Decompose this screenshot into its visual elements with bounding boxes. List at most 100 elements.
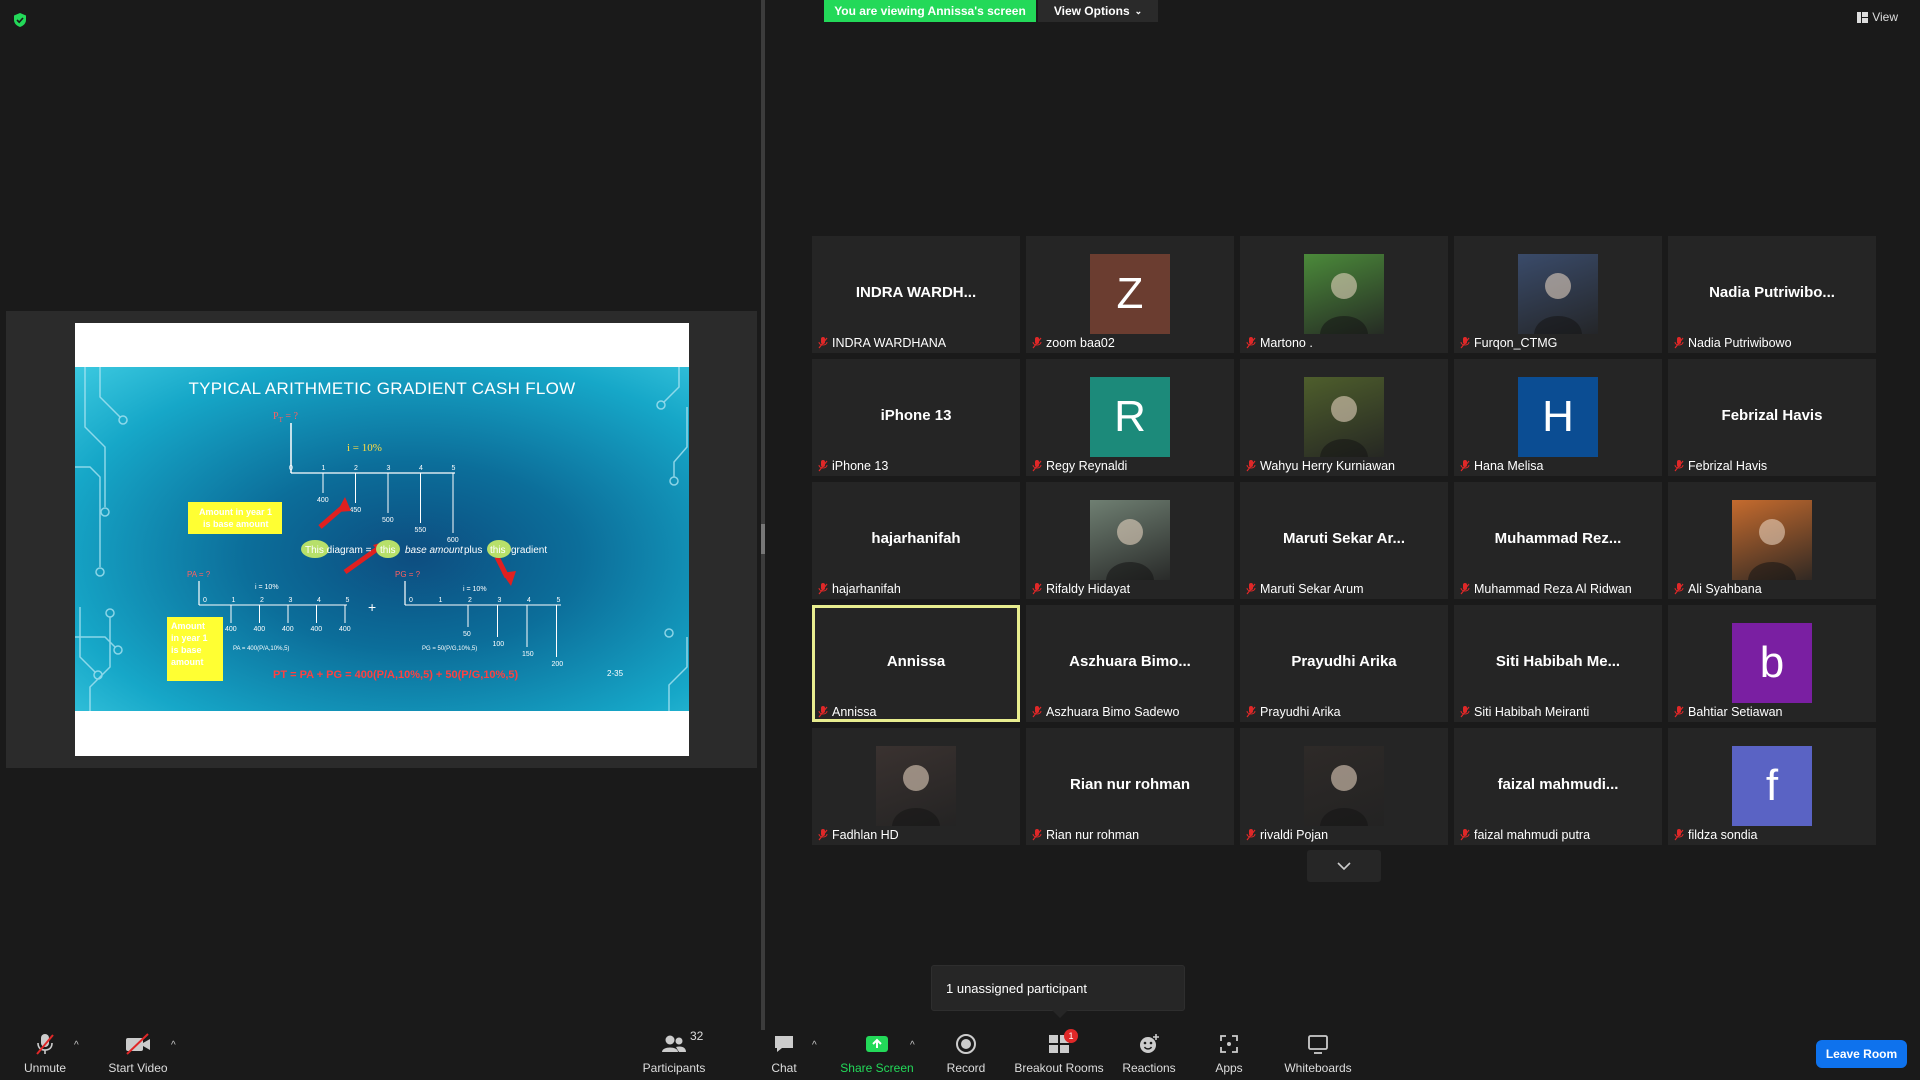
viewing-screen-banner: You are viewing Annissa's screen (824, 0, 1036, 22)
person-silhouette-icon (1320, 396, 1368, 457)
participant-tile[interactable]: rivaldi Pojan (1240, 728, 1448, 845)
view-options-button[interactable]: View Options ⌄ (1038, 0, 1158, 22)
diagram-text-4: plus (464, 545, 482, 556)
left-year-label: 2 (260, 597, 264, 604)
participant-tile[interactable]: Wahyu Herry Kurniawan (1240, 359, 1448, 476)
participants-count: 32 (690, 1029, 704, 1043)
participant-name: Nadia Putriwibowo (1688, 336, 1792, 350)
view-label: View (1872, 10, 1898, 24)
profile-photo (1518, 254, 1598, 334)
profile-photo (876, 746, 956, 826)
start-video-button[interactable]: Start Video (104, 1031, 172, 1079)
participants-button[interactable]: 32 Participants (640, 1029, 708, 1079)
participant-tile[interactable]: INDRA WARDH... INDRA WARDHANA (812, 236, 1020, 353)
participant-name: Febrizal Havis (1688, 459, 1768, 473)
microphone-muted-icon (818, 706, 828, 718)
chat-bubble-icon (775, 1036, 793, 1052)
pa-formula: PA = 400(P/A,10%,5) (233, 646, 289, 652)
profile-photo (1304, 254, 1384, 334)
participant-tile[interactable]: Zzoom baa02 (1026, 236, 1234, 353)
split-divider[interactable] (761, 0, 765, 1030)
profile-photo (1304, 746, 1384, 826)
breakout-rooms-button[interactable]: 1 Breakout Rooms (1012, 1029, 1106, 1079)
audio-options-caret-icon[interactable]: ^ (74, 1040, 79, 1051)
participant-display-name: Muhammad Rez... (1494, 530, 1622, 547)
participant-tile[interactable]: Ali Syahbana (1668, 482, 1876, 599)
share-screen-button[interactable]: Share Screen (840, 1031, 914, 1079)
participant-tile[interactable]: Rian nur rohman Rian nur rohman (1026, 728, 1234, 845)
top-year-label: 3 (387, 465, 391, 472)
participant-tile[interactable]: Nadia Putriwibo... Nadia Putriwibowo (1668, 236, 1876, 353)
participant-tile[interactable]: Muhammad Rez... Muhammad Reza Al Ridwan (1454, 482, 1662, 599)
share-options-caret-icon[interactable]: ^ (910, 1040, 915, 1051)
right-year-label: 0 (409, 597, 413, 604)
participant-tile[interactable]: b Bahtiar Setiawan (1668, 605, 1876, 722)
participant-tile[interactable]: Siti Habibah Me... Siti Habibah Meiranti (1454, 605, 1662, 722)
view-button[interactable]: View (1857, 10, 1898, 24)
apps-button[interactable]: Apps (1212, 1031, 1246, 1079)
reactions-button[interactable]: Reactions (1122, 1031, 1176, 1079)
participant-tile[interactable]: Prayudhi Arika Prayudhi Arika (1240, 605, 1448, 722)
whiteboards-button[interactable]: Whiteboards (1282, 1031, 1354, 1079)
record-button[interactable]: Record (944, 1031, 988, 1079)
participant-tile[interactable]: R Regy Reynaldi (1026, 359, 1234, 476)
participant-name-label: faizal mahmudi putra (1460, 827, 1590, 843)
participant-name: faizal mahmudi putra (1474, 828, 1591, 842)
participant-name-label: Ali Syahbana (1674, 581, 1762, 597)
security-shield-icon[interactable] (12, 12, 28, 28)
participant-name-label: Febrizal Havis (1674, 458, 1767, 474)
microphone-muted-icon (36, 1034, 54, 1055)
divider-handle[interactable] (761, 524, 765, 554)
unassigned-participant-toast[interactable]: 1 unassigned participant (931, 965, 1185, 1011)
whiteboards-label: Whiteboards (1284, 1061, 1352, 1075)
participant-tile[interactable]: faizal mahmudi... faizal mahmudi putra (1454, 728, 1662, 845)
participant-tile[interactable]: f fildza sondia (1668, 728, 1876, 845)
participant-name-label: Regy Reynaldi (1032, 458, 1127, 474)
participant-name: hajarhanifah (832, 582, 901, 596)
record-label: Record (946, 1061, 986, 1075)
participant-tile[interactable]: Annissa Annissa (812, 605, 1020, 722)
top-year-label: 5 (452, 465, 456, 472)
microphone-muted-icon (1032, 460, 1042, 472)
slide-content: TYPICAL ARITHMETIC GRADIENT CASH FLOW PT… (75, 367, 689, 711)
breakout-rooms-badge: 1 (1064, 1029, 1078, 1043)
participant-tile[interactable]: Maruti Sekar Ar... Maruti Sekar Arum (1240, 482, 1448, 599)
participant-tile[interactable]: Furqon_CTMG (1454, 236, 1662, 353)
microphone-muted-icon (818, 460, 828, 472)
microphone-muted-icon (1032, 583, 1042, 595)
apps-label: Apps (1215, 1061, 1243, 1075)
microphone-muted-icon (1246, 706, 1256, 718)
chat-button[interactable]: Chat (766, 1031, 802, 1079)
left-year-label: 0 (203, 597, 207, 604)
participant-tile[interactable]: H Hana Melisa (1454, 359, 1662, 476)
participant-name: Maruti Sekar Arum (1260, 582, 1364, 596)
profile-photo (1090, 500, 1170, 580)
participant-name-label: Rian nur rohman (1032, 827, 1139, 843)
participant-tile[interactable]: Fadhlan HD (812, 728, 1020, 845)
chat-options-caret-icon[interactable]: ^ (812, 1040, 817, 1051)
participant-tile[interactable]: Rifaldy Hidayat (1026, 482, 1234, 599)
microphone-muted-icon (1460, 829, 1470, 841)
participant-name-label: Muhammad Reza Al Ridwan (1460, 581, 1632, 597)
gallery-scroll-down-button[interactable] (1307, 850, 1381, 882)
participant-name: Bahtiar Setiawan (1688, 705, 1783, 719)
participant-tile[interactable]: hajarhanifah hajarhanifah (812, 482, 1020, 599)
right-amount-label: 50 (463, 631, 471, 638)
participant-tile[interactable]: Febrizal Havis Febrizal Havis (1668, 359, 1876, 476)
microphone-muted-icon (1246, 460, 1256, 472)
avatar: H (1518, 377, 1598, 457)
avatar: f (1732, 746, 1812, 826)
leave-room-button[interactable]: Leave Room (1816, 1040, 1907, 1068)
video-options-caret-icon[interactable]: ^ (171, 1040, 176, 1051)
participant-display-name: iPhone 13 (880, 407, 952, 424)
participant-name-label: fildza sondia (1674, 827, 1758, 843)
top-amount-label: 500 (382, 517, 394, 524)
participant-name-label: Wahyu Herry Kurniawan (1246, 458, 1395, 474)
participant-tile[interactable]: iPhone 13 iPhone 13 (812, 359, 1020, 476)
toast-pointer (1052, 1010, 1068, 1018)
participant-tile[interactable]: Aszhuara Bimo... Aszhuara Bimo Sadewo (1026, 605, 1234, 722)
participant-name: Martono . (1260, 336, 1313, 350)
unmute-button[interactable]: Unmute (18, 1031, 72, 1079)
participant-tile[interactable]: Martono . (1240, 236, 1448, 353)
diagram-text-1: This diagram = (305, 545, 372, 556)
